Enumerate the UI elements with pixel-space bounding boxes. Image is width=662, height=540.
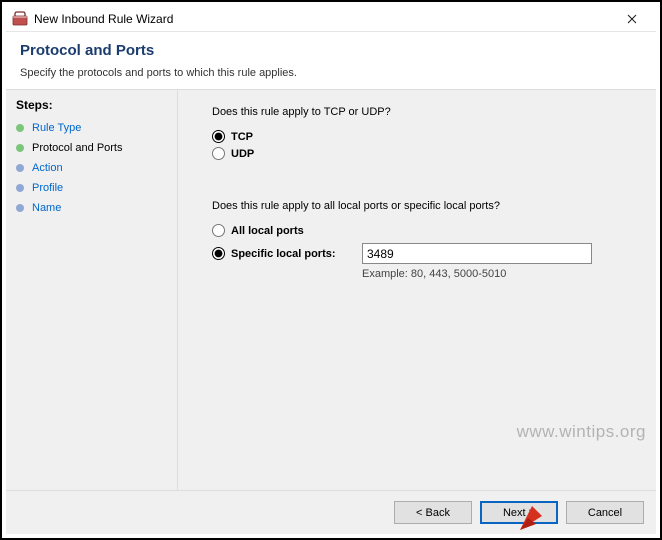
radio-specific-ports-label: Specific local ports:	[231, 248, 336, 260]
step-rule-type[interactable]: Rule Type	[16, 118, 167, 138]
step-label: Profile	[32, 182, 63, 194]
next-button[interactable]: Next >	[480, 501, 558, 524]
app-icon	[12, 11, 28, 27]
radio-udp-label: UDP	[231, 148, 254, 160]
wizard-content: Does this rule apply to TCP or UDP? TCP …	[178, 90, 656, 490]
step-label: Action	[32, 162, 63, 174]
ports-example-text: Example: 80, 443, 5000-5010	[362, 268, 636, 280]
titlebar: New Inbound Rule Wizard	[6, 6, 656, 32]
radio-udp[interactable]	[212, 147, 225, 160]
radio-tcp-label: TCP	[231, 131, 253, 143]
ports-question: Does this rule apply to all local ports …	[212, 200, 636, 212]
steps-sidebar: Steps: Rule Type Protocol and Ports Acti…	[6, 90, 178, 490]
radio-tcp-row[interactable]: TCP	[212, 130, 636, 143]
page-subtitle: Specify the protocols and ports to which…	[20, 67, 642, 79]
step-protocol-and-ports[interactable]: Protocol and Ports	[16, 138, 167, 158]
step-label: Protocol and Ports	[32, 142, 123, 154]
radio-tcp[interactable]	[212, 130, 225, 143]
step-bullet-icon	[16, 124, 24, 132]
step-bullet-icon	[16, 164, 24, 172]
steps-label: Steps:	[16, 98, 167, 112]
step-name[interactable]: Name	[16, 198, 167, 218]
wizard-footer: < Back Next > Cancel	[6, 490, 656, 534]
back-button[interactable]: < Back	[394, 501, 472, 524]
cancel-button[interactable]: Cancel	[566, 501, 644, 524]
step-profile[interactable]: Profile	[16, 178, 167, 198]
wizard-header: Protocol and Ports Specify the protocols…	[6, 32, 656, 89]
page-heading: Protocol and Ports	[20, 42, 642, 59]
specific-ports-input[interactable]	[362, 243, 592, 264]
protocol-question: Does this rule apply to TCP or UDP?	[212, 106, 636, 118]
step-label: Rule Type	[32, 122, 81, 134]
radio-udp-row[interactable]: UDP	[212, 147, 636, 160]
radio-all-ports-label: All local ports	[231, 225, 304, 237]
step-label: Name	[32, 202, 61, 214]
step-action[interactable]: Action	[16, 158, 167, 178]
watermark: www.wintips.org	[517, 422, 646, 442]
radio-all-ports[interactable]	[212, 224, 225, 237]
window-title: New Inbound Rule Wizard	[34, 12, 612, 26]
radio-specific-ports[interactable]	[212, 247, 225, 260]
step-bullet-icon	[16, 184, 24, 192]
radio-specific-ports-row[interactable]: Specific local ports:	[212, 247, 362, 260]
step-bullet-icon	[16, 204, 24, 212]
close-button[interactable]	[612, 7, 652, 31]
step-bullet-icon	[16, 144, 24, 152]
radio-all-ports-row[interactable]: All local ports	[212, 224, 636, 237]
